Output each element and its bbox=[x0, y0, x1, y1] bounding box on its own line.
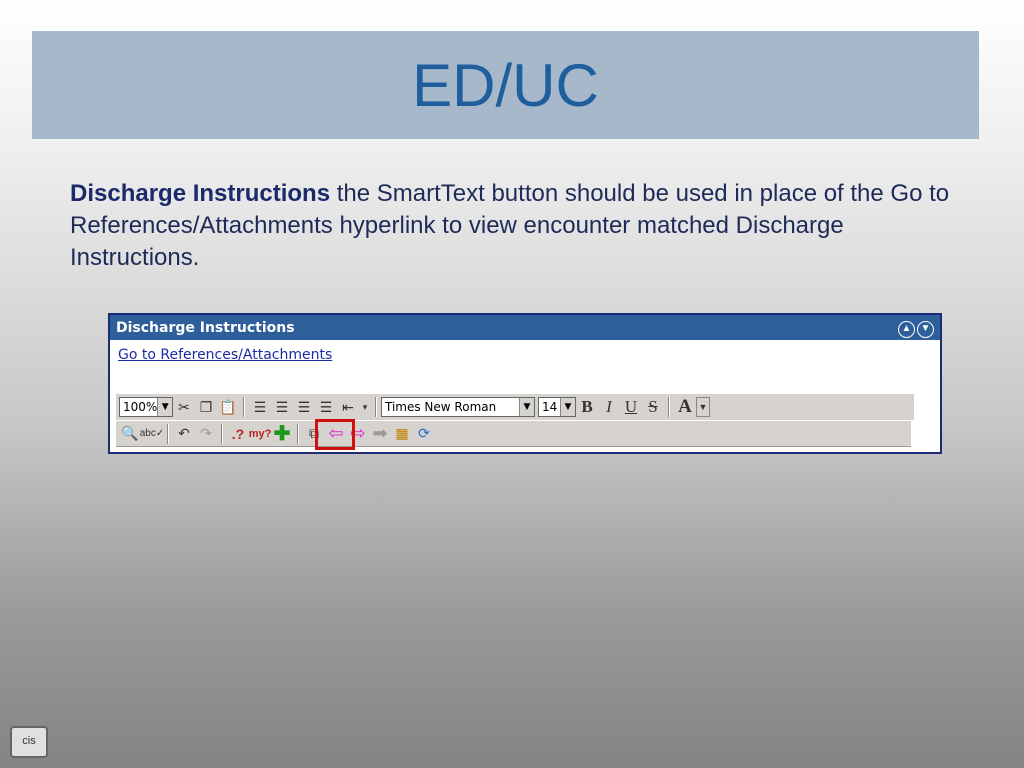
font-name-select[interactable]: Times New Roman ▼ bbox=[381, 397, 535, 417]
smarttext-highlight-box bbox=[315, 419, 355, 450]
title-band: ED/UC bbox=[32, 31, 979, 139]
body-text: Discharge Instructions the SmartText but… bbox=[70, 178, 950, 274]
find-icon[interactable]: 🔍 bbox=[119, 423, 141, 445]
justify-icon[interactable]: ☰ bbox=[315, 396, 337, 418]
help-icon[interactable]: .? bbox=[227, 423, 249, 445]
bold-button[interactable]: B bbox=[576, 396, 598, 418]
body-bold: Discharge Instructions bbox=[70, 180, 331, 207]
zoom-select[interactable]: 100% ▼ bbox=[119, 397, 173, 417]
divider bbox=[243, 397, 245, 417]
spellcheck-icon[interactable]: abc✓ bbox=[140, 423, 165, 445]
chevron-down-icon[interactable]: ▼ bbox=[560, 398, 575, 416]
italic-button[interactable]: I bbox=[598, 396, 620, 418]
font-size-select[interactable]: 14 ▼ bbox=[538, 397, 576, 417]
refresh-icon[interactable]: ⟳ bbox=[413, 423, 435, 445]
panel-header: Discharge Instructions ▲ ▼ bbox=[110, 315, 940, 340]
underline-button[interactable]: U bbox=[620, 396, 642, 418]
panel-title: Discharge Instructions bbox=[116, 319, 295, 336]
align-center-icon[interactable]: ☰ bbox=[271, 396, 293, 418]
toolbar-row-2: 🔍 abc✓ ↶ ↷ .? my? ✚ ⧉ ⇦ ⇨ ➡ ▦ ⟳ bbox=[116, 421, 911, 447]
font-color-button[interactable]: A bbox=[674, 396, 696, 418]
divider bbox=[221, 423, 223, 444]
divider bbox=[167, 423, 169, 444]
references-link[interactable]: Go to References/Attachments bbox=[118, 347, 332, 363]
undo-icon[interactable]: ↶ bbox=[173, 423, 195, 445]
forward-arrow-icon[interactable]: ➡ bbox=[369, 423, 391, 445]
toolbar-row-1: 100% ▼ ✂ ❐ 📋 ☰ ☰ ☰ ☰ ⇤ ▾ Times New Roman ▼… bbox=[116, 394, 914, 420]
align-left-icon[interactable]: ☰ bbox=[249, 396, 271, 418]
my-phrases-icon[interactable]: my? bbox=[249, 423, 272, 445]
slide-title: ED/UC bbox=[412, 51, 599, 119]
divider bbox=[297, 423, 299, 444]
paste-icon[interactable]: 📋 bbox=[217, 396, 239, 418]
cis-logo: cis bbox=[10, 726, 48, 758]
add-icon[interactable]: ✚ bbox=[271, 423, 293, 445]
divider bbox=[375, 397, 377, 417]
template-icon[interactable]: ▦ bbox=[391, 423, 413, 445]
zoom-value: 100% bbox=[123, 400, 158, 414]
expand-down-icon[interactable]: ▼ bbox=[917, 320, 934, 338]
font-name-value: Times New Roman bbox=[385, 400, 497, 414]
cut-icon[interactable]: ✂ bbox=[173, 396, 195, 418]
font-color-dropdown-icon[interactable]: ▼ bbox=[696, 397, 710, 417]
strike-button[interactable]: S bbox=[642, 396, 664, 418]
redo-icon[interactable]: ↷ bbox=[195, 423, 217, 445]
chevron-down-icon[interactable]: ▼ bbox=[519, 398, 534, 416]
chevron-down-icon[interactable]: ▼ bbox=[157, 398, 172, 416]
divider bbox=[668, 397, 670, 417]
copy-icon[interactable]: ❐ bbox=[195, 396, 217, 418]
discharge-panel: Discharge Instructions ▲ ▼ Go to Referenc… bbox=[108, 313, 942, 454]
align-right-icon[interactable]: ☰ bbox=[293, 396, 315, 418]
indent-icon[interactable]: ⇤ bbox=[337, 396, 359, 418]
collapse-up-icon[interactable]: ▲ bbox=[898, 320, 915, 338]
font-size-value: 14 bbox=[542, 400, 558, 414]
indent-dropdown-icon[interactable]: ▾ bbox=[359, 396, 371, 418]
panel-controls: ▲ ▼ bbox=[896, 318, 934, 338]
